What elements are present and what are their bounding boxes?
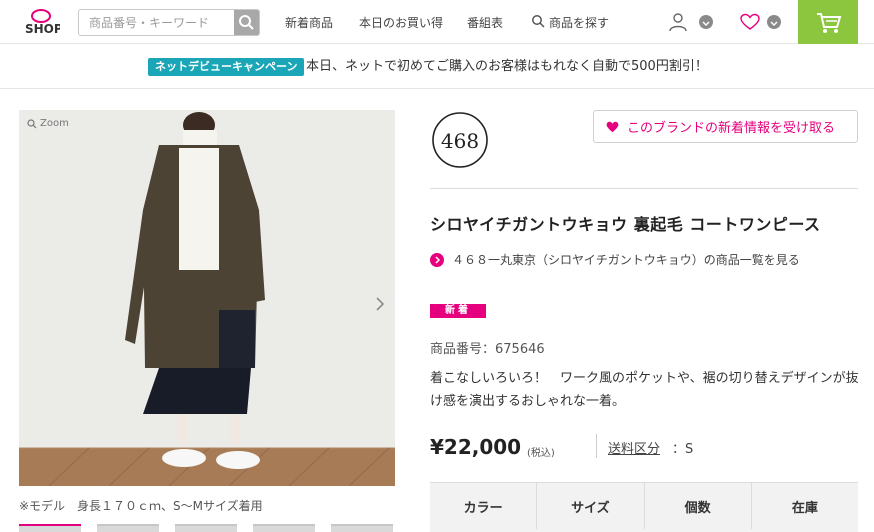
search-input[interactable]	[79, 10, 235, 35]
search-icon	[239, 15, 254, 30]
nav-find-products[interactable]: 商品を探す	[549, 14, 609, 31]
thumbnail-strip	[19, 524, 395, 532]
column-header-quantity: 個数	[645, 483, 752, 529]
site-header: SHOP 新着商品 本日のお買い得 番組表 商品を探す	[0, 0, 874, 44]
model-caption: ※モデル 身長１７０ｃｍ、S～Mサイズ着用	[19, 499, 263, 513]
thumbnail[interactable]	[19, 524, 81, 532]
svg-text:468: 468	[441, 129, 479, 153]
follow-brand-label: このブランドの新着情報を受け取る	[627, 121, 836, 136]
nav-new-items[interactable]: 新着商品	[285, 14, 333, 31]
cart-button[interactable]	[798, 0, 858, 44]
shop-logo[interactable]: SHOP	[22, 6, 60, 40]
product-price: ¥22,000	[430, 435, 522, 459]
campaign-banner: ネットデビューキャンペーン 本日、ネットで初めてご購入のお客様はもれなく自動で5…	[0, 45, 874, 89]
search-box	[78, 9, 260, 36]
search-icon	[532, 15, 545, 28]
search-button[interactable]	[234, 10, 259, 35]
thumbnail[interactable]	[175, 524, 237, 532]
chevron-right-icon[interactable]	[373, 295, 387, 313]
divider	[596, 434, 597, 458]
shipping-class-link[interactable]: 送料区分	[608, 438, 660, 457]
brand-products-link[interactable]: ４６８一丸東京（シロヤイチガントウキョウ）の商品一覧を見る	[430, 251, 800, 268]
zoom-label: Zoom	[40, 118, 69, 129]
new-badge: 新着	[430, 304, 486, 318]
cart-icon	[817, 13, 842, 33]
zoom-hint: Zoom	[27, 118, 69, 129]
thumbnail[interactable]	[331, 524, 393, 532]
divider	[430, 188, 858, 189]
chevron-down-icon[interactable]	[767, 15, 781, 29]
column-header-stock: 在庫	[791, 500, 818, 516]
column-header-color: カラー	[430, 483, 538, 529]
campaign-text: 本日、ネットで初めてご購入のお客様はもれなく自動で500円割引！	[306, 59, 708, 74]
product-title: シロヤイチガントウキョウ 裏起毛 コートワンピース	[430, 215, 821, 234]
tax-label: (税込)	[527, 448, 555, 459]
chevron-right-icon	[430, 252, 444, 267]
follow-brand-button[interactable]: このブランドの新着情報を受け取る	[593, 110, 858, 143]
nav-todays-deals[interactable]: 本日のお買い得	[359, 14, 443, 31]
product-number: 商品番号：675646	[430, 342, 545, 357]
thumbnail[interactable]	[253, 524, 315, 532]
brand-products-link-label: ４６８一丸東京（シロヤイチガントウキョウ）の商品一覧を見る	[452, 253, 800, 267]
variant-table-header: カラー サイズ 個数 在庫	[430, 482, 858, 532]
product-image[interactable]: Zoom	[19, 110, 395, 486]
shipping-class-value: ：S	[672, 442, 694, 457]
brand-logo[interactable]: 468	[430, 110, 490, 170]
nav-program-guide[interactable]: 番組表	[467, 14, 503, 31]
column-header-size: サイズ	[537, 483, 645, 529]
heart-icon[interactable]	[740, 13, 760, 31]
product-description: 着こなしいろいろ！ ワーク風のポケットや、裾の切り替えデザインが抜け感を演出する…	[430, 371, 859, 409]
svg-text:SHOP: SHOP	[25, 22, 60, 36]
product-photo	[19, 110, 395, 486]
magnifier-icon	[27, 118, 37, 128]
chevron-down-icon[interactable]	[699, 15, 713, 29]
heart-icon	[606, 121, 619, 132]
user-icon[interactable]	[668, 12, 688, 32]
campaign-badge[interactable]: ネットデビューキャンペーン	[148, 58, 305, 76]
thumbnail[interactable]	[97, 524, 159, 532]
